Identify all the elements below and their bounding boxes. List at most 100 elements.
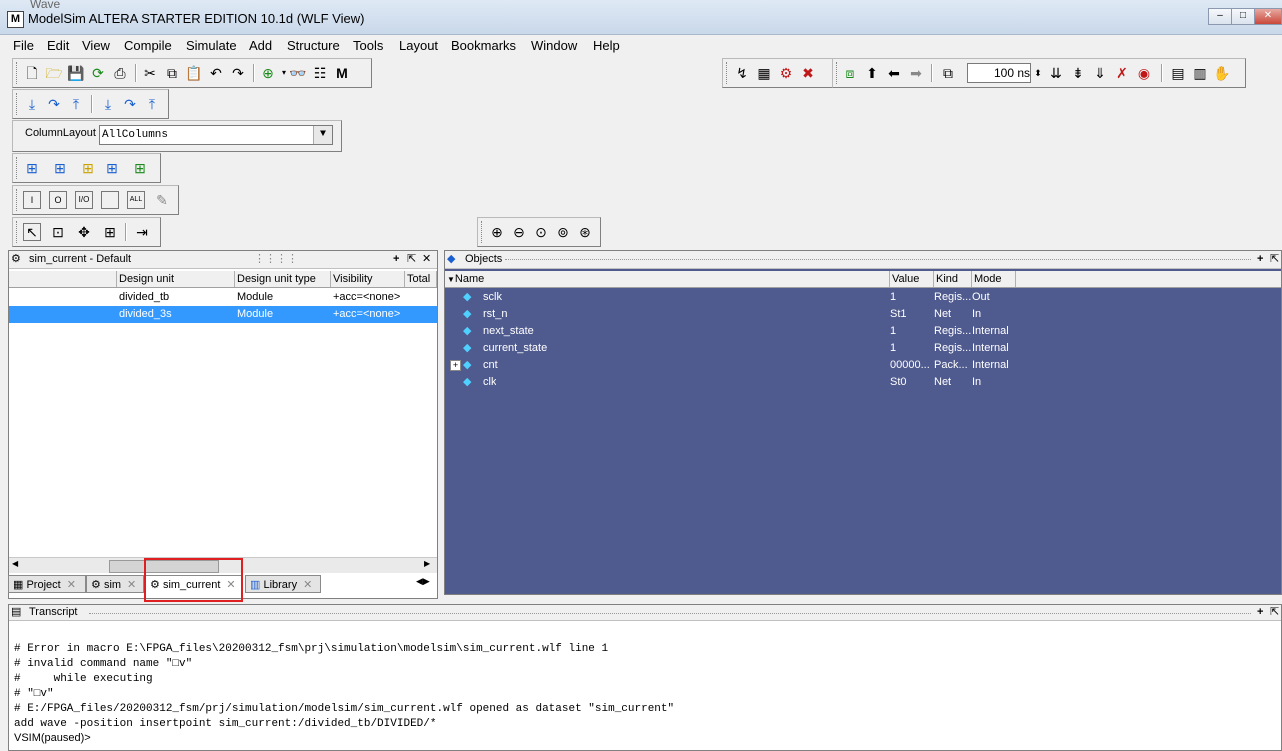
simulate-icon[interactable]: ⚙ bbox=[777, 64, 795, 82]
zoom-cursor-icon[interactable]: ⊚ bbox=[554, 223, 572, 241]
close-button[interactable]: ✕ bbox=[1254, 8, 1282, 25]
menu-view[interactable]: View bbox=[82, 38, 110, 53]
undock-icon[interactable]: ⇱ bbox=[1270, 605, 1279, 620]
menu-file[interactable]: File bbox=[13, 38, 34, 53]
col-value[interactable]: Value bbox=[890, 271, 934, 287]
back-arrow-icon[interactable]: ⬅ bbox=[885, 64, 903, 82]
object-row[interactable]: ◆ next_state 1 Regis... Internal bbox=[445, 323, 1281, 340]
modelsim-icon[interactable]: M bbox=[333, 64, 351, 82]
object-row[interactable]: ◆ clk St0 Net In bbox=[445, 374, 1281, 391]
save-icon[interactable]: 💾 bbox=[67, 64, 85, 82]
column-layout-select[interactable]: AllColumns ▼ bbox=[99, 125, 333, 145]
run-icon[interactable]: ⇊ bbox=[1047, 64, 1065, 82]
tab-scroll-arrows[interactable]: ◀▶ bbox=[416, 576, 430, 587]
break-icon[interactable]: ✖ bbox=[799, 64, 817, 82]
scroll-left-icon[interactable]: ◀ bbox=[12, 559, 18, 568]
add-pane-icon[interactable]: + bbox=[1257, 251, 1263, 268]
add-to-dataflow-icon[interactable]: ⊞ bbox=[103, 159, 121, 177]
close-tab-icon[interactable]: ✕ bbox=[303, 579, 312, 591]
up-arrow-icon[interactable]: ⬆ bbox=[863, 64, 881, 82]
expand-icon[interactable]: + bbox=[450, 360, 461, 371]
zoom-mode-icon[interactable]: ⊡ bbox=[49, 223, 67, 241]
force-icon[interactable]: ⊞ bbox=[131, 159, 149, 177]
close-tab-icon[interactable]: ✕ bbox=[127, 579, 136, 591]
reload-icon[interactable]: ⟳ bbox=[89, 64, 107, 82]
step-over-icon[interactable]: ▥ bbox=[1191, 64, 1209, 82]
add-pane-icon[interactable]: + bbox=[1257, 605, 1263, 620]
tab-project[interactable]: ▦ Project ✕ bbox=[8, 575, 86, 593]
step-out-all-icon[interactable]: ⤒ bbox=[143, 95, 161, 113]
stop-icon[interactable]: ◉ bbox=[1135, 64, 1153, 82]
col-kind[interactable]: Kind bbox=[934, 271, 972, 287]
break-run-icon[interactable]: ✗ bbox=[1113, 64, 1131, 82]
col-name[interactable]: ▼Name bbox=[445, 271, 890, 287]
drag-handle[interactable]: ⋮⋮⋮⋮ bbox=[254, 251, 298, 268]
menu-add[interactable]: Add bbox=[249, 38, 272, 53]
undo-icon[interactable]: ↶ bbox=[207, 64, 225, 82]
step-into-all-icon[interactable]: ⤓ bbox=[99, 95, 117, 113]
filter-internal-button[interactable] bbox=[101, 191, 119, 209]
copy-icon[interactable]: ⧉ bbox=[163, 64, 181, 82]
select-pointer-icon[interactable]: ↖ bbox=[23, 223, 41, 241]
redo-icon[interactable]: ↷ bbox=[229, 64, 247, 82]
menu-bookmarks[interactable]: Bookmarks bbox=[451, 38, 516, 53]
zoom-full-icon[interactable]: ⊙ bbox=[532, 223, 550, 241]
step-into-icon[interactable]: ⤓ bbox=[23, 95, 41, 113]
filter-output-button[interactable]: O bbox=[49, 191, 67, 209]
bracket-icon[interactable]: ⇥ bbox=[133, 223, 151, 241]
object-row[interactable]: ◆ current_state 1 Regis... Internal bbox=[445, 340, 1281, 357]
col-mode[interactable]: Mode bbox=[972, 271, 1016, 287]
maximize-button[interactable]: □ bbox=[1231, 8, 1255, 25]
spinner-icon[interactable]: ⬍ bbox=[1029, 64, 1047, 82]
command-prompt[interactable]: VSIM(paused)> bbox=[14, 732, 91, 744]
wand-icon[interactable]: ✎ bbox=[153, 191, 171, 209]
col-design-unit[interactable]: Design unit bbox=[117, 271, 235, 287]
col-total[interactable]: Total bbox=[405, 271, 437, 287]
filter-input-button[interactable]: I bbox=[23, 191, 41, 209]
add-to-list-icon[interactable]: ⊞ bbox=[51, 159, 69, 177]
object-row[interactable]: ◆ sclk 1 Regis... Out bbox=[445, 289, 1281, 306]
menu-compile[interactable]: Compile bbox=[124, 38, 172, 53]
transcript-output[interactable]: # Error in macro E:\FPGA_files\20200312_… bbox=[14, 627, 674, 732]
forward-arrow-icon[interactable]: ➡ bbox=[907, 64, 925, 82]
menu-layout[interactable]: Layout bbox=[399, 38, 438, 53]
minimize-button[interactable]: – bbox=[1208, 8, 1232, 25]
step-over-blue-icon[interactable]: ↷ bbox=[45, 95, 63, 113]
menu-structure[interactable]: Structure bbox=[287, 38, 340, 53]
menu-simulate[interactable]: Simulate bbox=[186, 38, 237, 53]
col-design-unit-type[interactable]: Design unit type bbox=[235, 271, 331, 287]
scroll-right-icon[interactable]: ▶ bbox=[424, 559, 430, 568]
restart-icon[interactable]: ⧉ bbox=[939, 64, 957, 82]
menu-edit[interactable]: Edit bbox=[47, 38, 69, 53]
print-icon[interactable]: ⎙ bbox=[111, 64, 129, 82]
add-to-wave-icon[interactable]: ⊞ bbox=[23, 159, 41, 177]
add-to-log-icon[interactable]: ⊞ bbox=[79, 159, 97, 177]
compile-all-icon[interactable]: ▦ bbox=[755, 64, 773, 82]
table-row-selected[interactable]: divided_3s Module +acc=<none> bbox=[9, 306, 437, 323]
filter-inout-button[interactable]: I/O bbox=[75, 191, 93, 209]
menu-help[interactable]: Help bbox=[593, 38, 620, 53]
zoom-range-icon[interactable]: ⊛ bbox=[576, 223, 594, 241]
table-row[interactable]: divided_tb Module +acc=<none> bbox=[9, 289, 437, 306]
object-row[interactable]: ◆ rst_n St1 Net In bbox=[445, 306, 1281, 323]
structure-icon[interactable]: ☷ bbox=[311, 64, 329, 82]
close-pane-icon[interactable]: ✕ bbox=[422, 251, 431, 268]
zoom-in-icon[interactable]: ⊕ bbox=[488, 223, 506, 241]
zoom-out-icon[interactable]: ⊖ bbox=[510, 223, 528, 241]
step-icon[interactable]: ▤ bbox=[1169, 64, 1187, 82]
dataflow-icon[interactable]: ⧈ bbox=[841, 64, 859, 82]
step-out-icon[interactable]: ⤒ bbox=[67, 95, 85, 113]
tab-library[interactable]: ▥ Library ✕ bbox=[245, 575, 321, 593]
paste-icon[interactable]: 📋 bbox=[185, 64, 203, 82]
menu-tools[interactable]: Tools bbox=[353, 38, 383, 53]
undock-icon[interactable]: ⇱ bbox=[407, 251, 416, 268]
add-pane-icon[interactable]: + bbox=[393, 251, 399, 268]
filter-all-button[interactable]: ALL bbox=[127, 191, 145, 209]
undock-icon[interactable]: ⇱ bbox=[1270, 251, 1279, 268]
hand-icon[interactable]: ✋ bbox=[1213, 64, 1231, 82]
chevron-down-icon[interactable]: ▼ bbox=[313, 126, 332, 144]
menu-window[interactable]: Window bbox=[531, 38, 577, 53]
cut-icon[interactable]: ✂ bbox=[141, 64, 159, 82]
new-file-icon[interactable]: 🗋 bbox=[23, 64, 41, 82]
continue-icon[interactable]: ⇟ bbox=[1069, 64, 1087, 82]
